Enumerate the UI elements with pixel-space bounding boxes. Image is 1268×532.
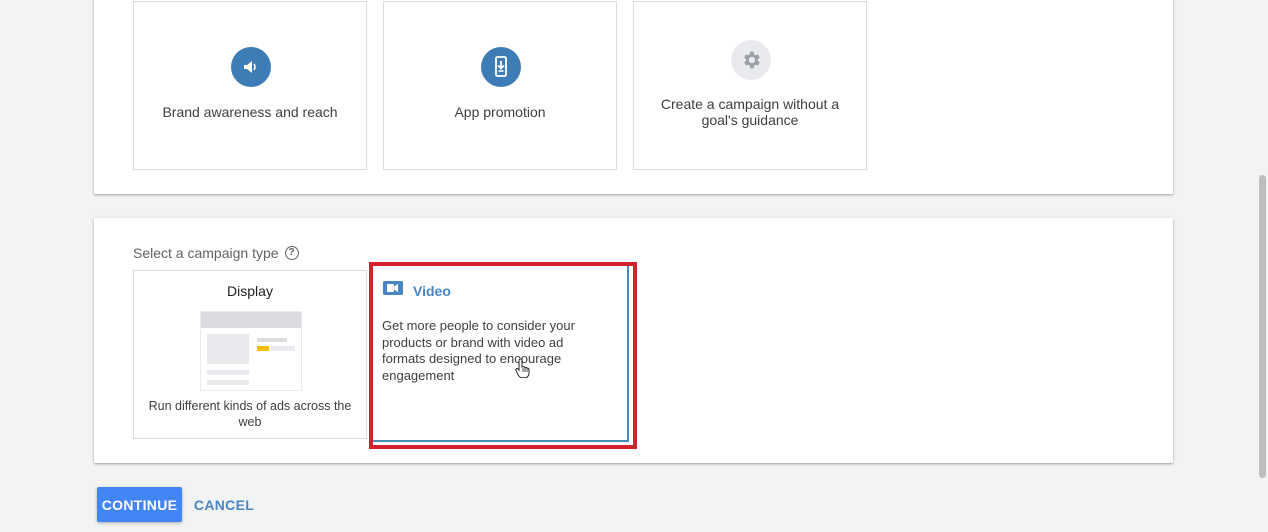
continue-button[interactable]: CONTINUE (97, 487, 182, 522)
campaign-type-video[interactable]: Video Get more people to consider your p… (373, 266, 629, 442)
goal-card-no-guidance[interactable]: Create a campaign without a goal's guida… (633, 1, 867, 170)
goal-panel: Brand awareness and reach App promotion … (94, 0, 1173, 194)
hand-pointer-icon (515, 358, 531, 383)
campaign-type-display[interactable]: Display Run different kinds of ads acros… (133, 270, 367, 439)
goal-card-label: App promotion (454, 104, 546, 120)
scrollbar-thumb[interactable] (1259, 175, 1266, 478)
video-title-row: Video (383, 280, 451, 301)
display-description: Run different kinds of ads across the we… (148, 399, 352, 429)
goal-card-app-promotion[interactable]: App promotion (383, 1, 617, 170)
help-icon[interactable]: ? (284, 246, 299, 260)
display-title: Display (227, 283, 273, 299)
video-camera-icon (383, 280, 403, 301)
campaign-type-panel: Select a campaign type ? Display Run dif… (94, 218, 1173, 463)
campaign-type-heading: Select a campaign type ? (133, 245, 299, 261)
phone-download-icon (481, 47, 521, 87)
video-description: Get more people to consider your product… (382, 318, 575, 383)
cancel-button[interactable]: CANCEL (190, 487, 258, 522)
goal-card-label: Create a campaign without a goal's guida… (660, 96, 840, 128)
campaign-type-heading-text: Select a campaign type (133, 245, 279, 261)
goal-card-brand-awareness[interactable]: Brand awareness and reach (133, 1, 367, 170)
megaphone-icon (231, 47, 271, 87)
gear-icon (731, 40, 771, 80)
goal-card-label: Brand awareness and reach (162, 104, 338, 120)
video-title: Video (413, 282, 451, 299)
display-ad-illustration (200, 311, 302, 391)
